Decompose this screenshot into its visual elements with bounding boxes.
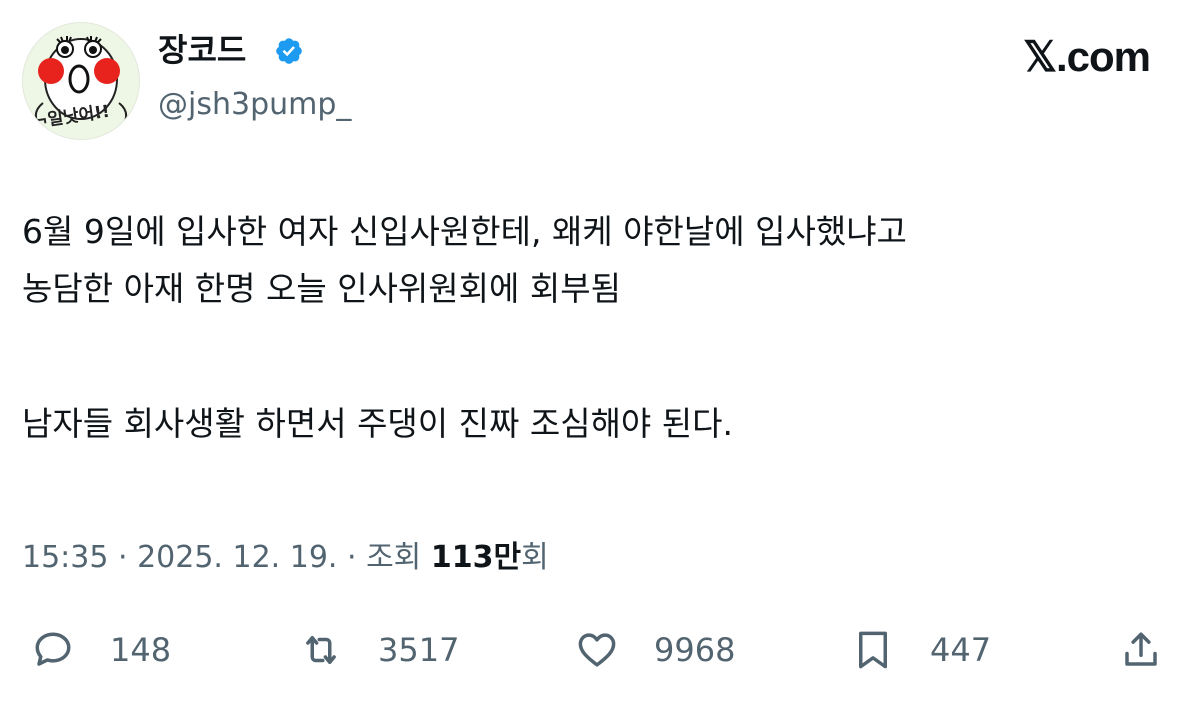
views-unit: 만	[493, 540, 522, 575]
like-button[interactable]: 9968	[576, 620, 735, 680]
tweet-line: 6월 9일에 입사한 여자 신입사원한테, 왜케 야한날에 입사했냐고	[22, 212, 907, 251]
timestamp-date[interactable]: 2025. 12. 19.	[137, 540, 337, 575]
like-count: 9968	[654, 631, 736, 669]
meta-separator: ·	[337, 540, 367, 575]
brand-logo: 𝕏.com	[1023, 33, 1151, 80]
meta-separator: ·	[108, 540, 138, 575]
tweet-meta: 15:35 · 2025. 12. 19. · 조회 113만회	[22, 534, 549, 582]
views-count: 113	[430, 540, 494, 575]
bookmark-icon	[859, 631, 887, 669]
share-icon	[1125, 632, 1157, 666]
heart-icon	[578, 633, 616, 667]
reply-button[interactable]: 148	[32, 620, 171, 680]
views-label: 조회	[366, 540, 431, 575]
retweet-icon	[306, 636, 336, 664]
tweet-line: 남자들 회사생활 하면서 주댕이 진짜 조심해야 된다.	[22, 404, 733, 443]
tweet-text: 6월 9일에 입사한 여자 신입사원한테, 왜케 야한날에 입사했냐고 농담한 …	[22, 203, 1172, 452]
user-handle[interactable]: @jsh3pump_	[158, 86, 351, 124]
retweet-count: 3517	[378, 631, 460, 669]
timestamp-time[interactable]: 15:35	[22, 540, 108, 575]
verified-badge-icon	[276, 38, 302, 64]
share-button[interactable]	[1120, 620, 1162, 680]
bookmark-button[interactable]: 447	[852, 620, 991, 680]
action-bar: 148 3517 9968 447	[22, 620, 1182, 680]
views-suffix: 회	[521, 540, 549, 575]
display-name[interactable]: 장코드	[158, 30, 246, 70]
avatar[interactable]: ¬일낫어!!	[22, 22, 140, 140]
reply-icon	[35, 632, 71, 666]
reply-count: 148	[110, 631, 172, 669]
retweet-button[interactable]: 3517	[300, 620, 459, 680]
tweet-line: 농담한 아재 한명 오늘 인사위원회에 회부됨	[22, 269, 621, 308]
bookmark-count: 447	[930, 631, 992, 669]
